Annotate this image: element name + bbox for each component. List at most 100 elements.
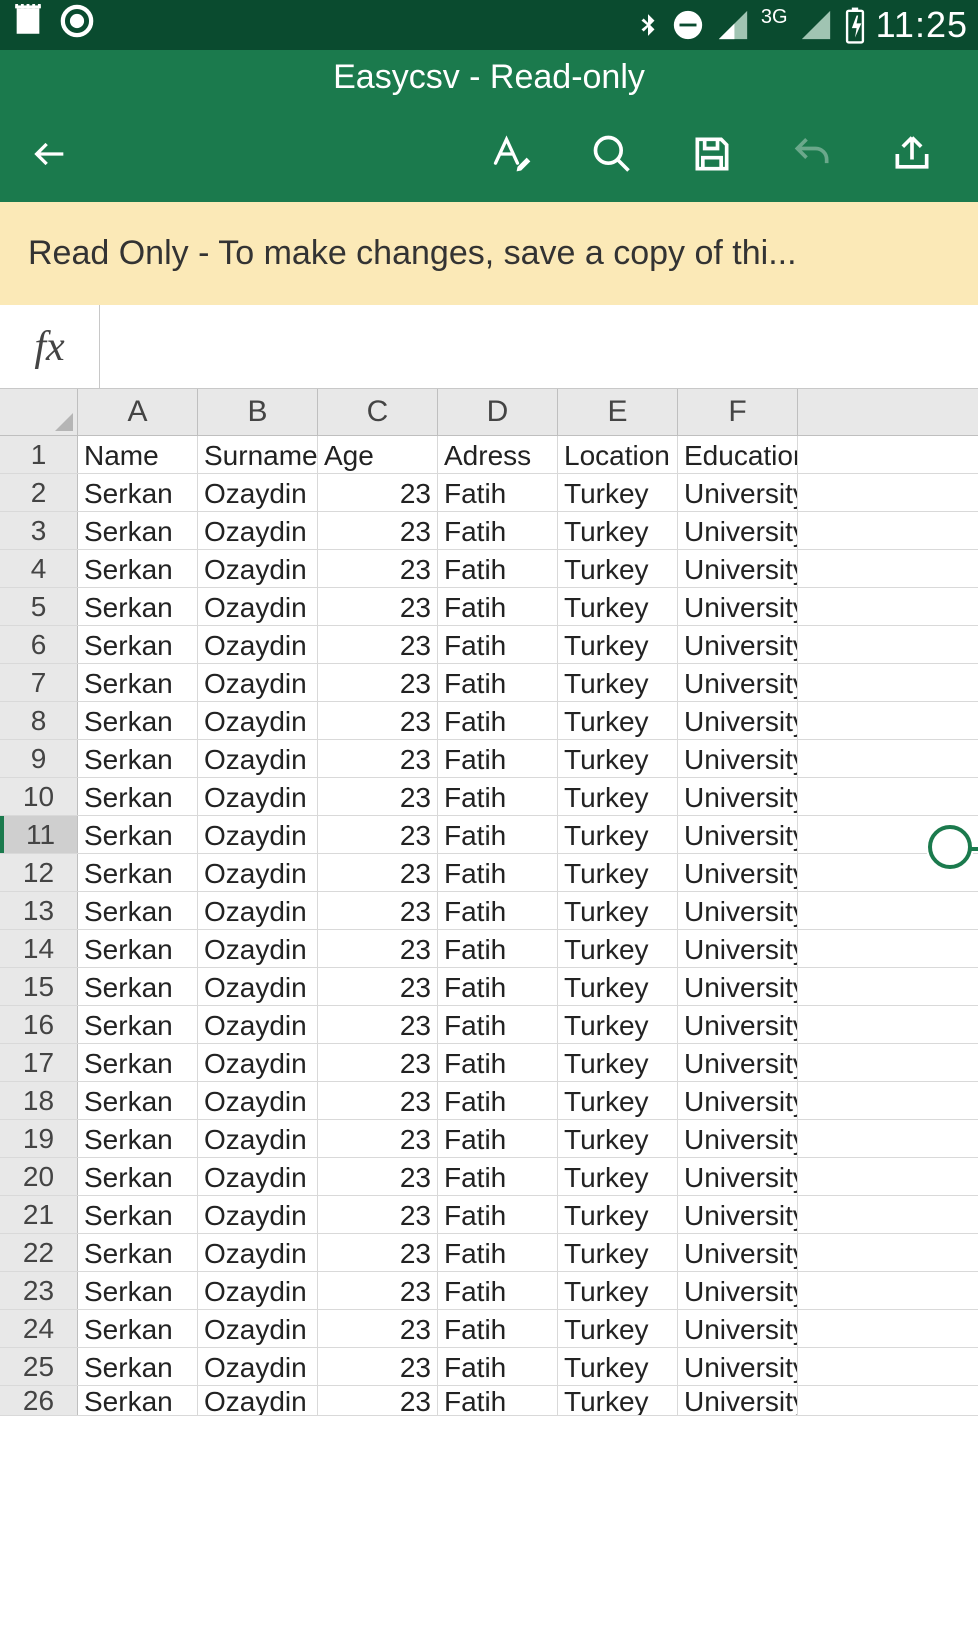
cell[interactable]: Fatih — [438, 1044, 558, 1081]
cell[interactable]: 23 — [318, 778, 438, 815]
cell[interactable]: Fatih — [438, 968, 558, 1005]
undo-button[interactable] — [790, 132, 834, 176]
cell[interactable]: Surname — [198, 436, 318, 473]
cell[interactable] — [798, 664, 978, 701]
cell[interactable]: Serkan — [78, 930, 198, 967]
row-header[interactable]: 22 — [0, 1234, 78, 1271]
selection-handle[interactable] — [928, 825, 972, 869]
row-header[interactable]: 26 — [0, 1386, 78, 1415]
table-row[interactable]: 7SerkanOzaydin23FatihTurkeyUniversity — [0, 664, 978, 702]
cell[interactable]: Ozaydin — [198, 1348, 318, 1385]
cell[interactable]: Turkey — [558, 1006, 678, 1043]
cell[interactable]: Fatih — [438, 930, 558, 967]
table-row[interactable]: 11SerkanOzaydin23FatihTurkeyUniversity — [0, 816, 978, 854]
cell[interactable]: Serkan — [78, 1348, 198, 1385]
spreadsheet[interactable]: A B C D E F 1NameSurnameAgeAdressLocatio… — [0, 389, 978, 1416]
cell[interactable]: Serkan — [78, 1158, 198, 1195]
cell[interactable]: Turkey — [558, 512, 678, 549]
cell[interactable]: Fatih — [438, 778, 558, 815]
cell[interactable] — [798, 1082, 978, 1119]
row-header[interactable]: 10 — [0, 778, 78, 815]
cell[interactable]: Fatih — [438, 664, 558, 701]
cell[interactable]: 23 — [318, 930, 438, 967]
cell[interactable] — [798, 968, 978, 1005]
cell[interactable]: Ozaydin — [198, 474, 318, 511]
cell[interactable]: 23 — [318, 740, 438, 777]
cell[interactable]: University — [678, 892, 798, 929]
cell[interactable]: 23 — [318, 1310, 438, 1347]
cell[interactable]: Ozaydin — [198, 1044, 318, 1081]
cell[interactable]: University — [678, 930, 798, 967]
cell[interactable] — [798, 512, 978, 549]
cell[interactable]: 23 — [318, 512, 438, 549]
cell[interactable]: University — [678, 854, 798, 891]
cell[interactable] — [798, 740, 978, 777]
cell[interactable]: Serkan — [78, 512, 198, 549]
table-row[interactable]: 4SerkanOzaydin23FatihTurkeyUniversity — [0, 550, 978, 588]
row-header[interactable]: 3 — [0, 512, 78, 549]
table-row[interactable]: 22SerkanOzaydin23FatihTurkeyUniversity — [0, 1234, 978, 1272]
row-header[interactable]: 18 — [0, 1082, 78, 1119]
cell[interactable]: Serkan — [78, 1196, 198, 1233]
cell[interactable]: University — [678, 664, 798, 701]
cell[interactable]: 23 — [318, 1120, 438, 1157]
cell[interactable] — [798, 930, 978, 967]
cell[interactable]: Fatih — [438, 740, 558, 777]
cell[interactable]: Serkan — [78, 1386, 198, 1415]
cell[interactable]: Fatih — [438, 474, 558, 511]
cell[interactable] — [798, 1044, 978, 1081]
cell[interactable] — [798, 1158, 978, 1195]
cell[interactable]: Ozaydin — [198, 626, 318, 663]
column-header-E[interactable]: E — [558, 389, 678, 435]
cell[interactable]: Serkan — [78, 1044, 198, 1081]
cell[interactable]: 23 — [318, 892, 438, 929]
cell[interactable]: Ozaydin — [198, 968, 318, 1005]
cell[interactable]: University — [678, 816, 798, 853]
table-row[interactable]: 5SerkanOzaydin23FatihTurkeyUniversity — [0, 588, 978, 626]
share-button[interactable] — [890, 132, 934, 176]
cell[interactable]: Turkey — [558, 854, 678, 891]
cell[interactable]: Turkey — [558, 1386, 678, 1415]
cell[interactable] — [798, 702, 978, 739]
cell[interactable] — [798, 778, 978, 815]
cell[interactable]: Fatih — [438, 588, 558, 625]
cell[interactable]: University — [678, 626, 798, 663]
save-button[interactable] — [690, 132, 734, 176]
cell[interactable]: Turkey — [558, 588, 678, 625]
cell[interactable]: Ozaydin — [198, 1082, 318, 1119]
cell[interactable]: University — [678, 1310, 798, 1347]
table-row[interactable]: 3SerkanOzaydin23FatihTurkeyUniversity — [0, 512, 978, 550]
cell[interactable]: Serkan — [78, 778, 198, 815]
table-row[interactable]: 1NameSurnameAgeAdressLocationEducation — [0, 436, 978, 474]
column-header-B[interactable]: B — [198, 389, 318, 435]
cell[interactable] — [798, 1120, 978, 1157]
row-header[interactable]: 24 — [0, 1310, 78, 1347]
row-header[interactable]: 16 — [0, 1006, 78, 1043]
cell[interactable]: 23 — [318, 1158, 438, 1195]
column-header-extra[interactable] — [798, 389, 978, 435]
cell[interactable]: Name — [78, 436, 198, 473]
cell[interactable]: 23 — [318, 854, 438, 891]
cell[interactable]: University — [678, 1120, 798, 1157]
row-header[interactable]: 7 — [0, 664, 78, 701]
cell[interactable]: Fatih — [438, 816, 558, 853]
cell[interactable]: Fatih — [438, 702, 558, 739]
cell[interactable]: Location — [558, 436, 678, 473]
cell[interactable]: Fatih — [438, 1006, 558, 1043]
cell[interactable] — [798, 436, 978, 473]
table-row[interactable]: 23SerkanOzaydin23FatihTurkeyUniversity — [0, 1272, 978, 1310]
back-button[interactable] — [0, 105, 100, 202]
cell[interactable]: Fatih — [438, 1234, 558, 1271]
cell[interactable]: 23 — [318, 1006, 438, 1043]
cell[interactable]: 23 — [318, 474, 438, 511]
table-row[interactable]: 24SerkanOzaydin23FatihTurkeyUniversity — [0, 1310, 978, 1348]
table-row[interactable]: 16SerkanOzaydin23FatihTurkeyUniversity — [0, 1006, 978, 1044]
cell[interactable]: Turkey — [558, 1348, 678, 1385]
cell[interactable]: Fatih — [438, 1272, 558, 1309]
cell[interactable]: University — [678, 702, 798, 739]
cell[interactable]: Turkey — [558, 778, 678, 815]
table-row[interactable]: 10SerkanOzaydin23FatihTurkeyUniversity — [0, 778, 978, 816]
cell[interactable]: Fatih — [438, 1348, 558, 1385]
cell[interactable]: 23 — [318, 702, 438, 739]
cell[interactable]: Serkan — [78, 1120, 198, 1157]
